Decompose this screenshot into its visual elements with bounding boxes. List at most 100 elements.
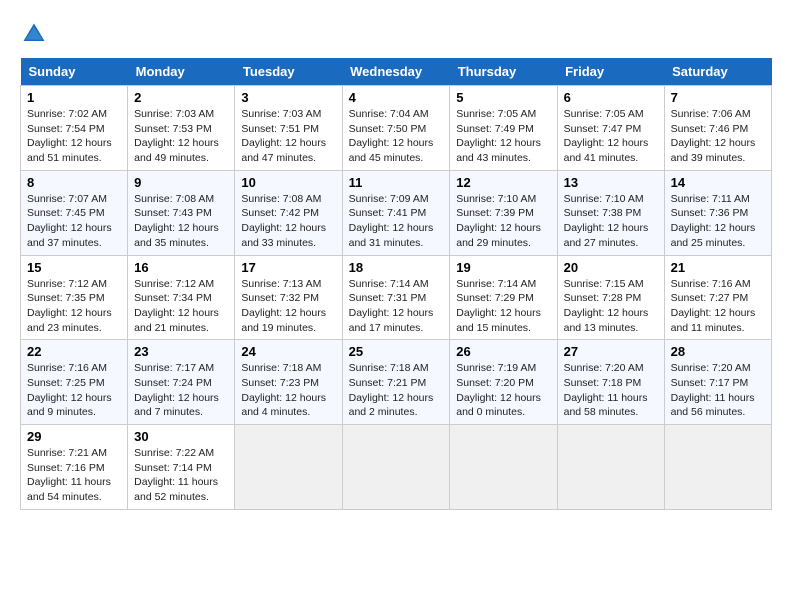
calendar-cell: 7 Sunrise: 7:06 AM Sunset: 7:46 PM Daylig… <box>664 86 771 171</box>
calendar-cell: 2 Sunrise: 7:03 AM Sunset: 7:53 PM Daylig… <box>128 86 235 171</box>
day-info: Sunrise: 7:10 AM Sunset: 7:38 PM Dayligh… <box>564 192 658 251</box>
calendar-cell: 16 Sunrise: 7:12 AM Sunset: 7:34 PM Dayli… <box>128 255 235 340</box>
day-info: Sunrise: 7:16 AM Sunset: 7:27 PM Dayligh… <box>671 277 765 336</box>
calendar-cell: 9 Sunrise: 7:08 AM Sunset: 7:43 PM Daylig… <box>128 170 235 255</box>
day-number: 15 <box>27 260 121 275</box>
day-info: Sunrise: 7:16 AM Sunset: 7:25 PM Dayligh… <box>27 361 121 420</box>
day-info: Sunrise: 7:20 AM Sunset: 7:17 PM Dayligh… <box>671 361 765 420</box>
calendar-cell: 6 Sunrise: 7:05 AM Sunset: 7:47 PM Daylig… <box>557 86 664 171</box>
day-info: Sunrise: 7:21 AM Sunset: 7:16 PM Dayligh… <box>27 446 121 505</box>
header-tuesday: Tuesday <box>235 58 342 86</box>
calendar-cell: 17 Sunrise: 7:13 AM Sunset: 7:32 PM Dayli… <box>235 255 342 340</box>
calendar-header: SundayMondayTuesdayWednesdayThursdayFrid… <box>21 58 772 86</box>
day-info: Sunrise: 7:04 AM Sunset: 7:50 PM Dayligh… <box>349 107 444 166</box>
day-info: Sunrise: 7:03 AM Sunset: 7:51 PM Dayligh… <box>241 107 335 166</box>
calendar-cell: 12 Sunrise: 7:10 AM Sunset: 7:39 PM Dayli… <box>450 170 557 255</box>
calendar-cell: 23 Sunrise: 7:17 AM Sunset: 7:24 PM Dayli… <box>128 340 235 425</box>
day-info: Sunrise: 7:17 AM Sunset: 7:24 PM Dayligh… <box>134 361 228 420</box>
day-info: Sunrise: 7:06 AM Sunset: 7:46 PM Dayligh… <box>671 107 765 166</box>
calendar-cell <box>557 425 664 510</box>
day-number: 11 <box>349 175 444 190</box>
day-number: 25 <box>349 344 444 359</box>
calendar-cell: 25 Sunrise: 7:18 AM Sunset: 7:21 PM Dayli… <box>342 340 450 425</box>
calendar-cell: 10 Sunrise: 7:08 AM Sunset: 7:42 PM Dayli… <box>235 170 342 255</box>
day-number: 19 <box>456 260 550 275</box>
calendar-cell: 24Sunrise: 7:18 AM Sunset: 7:23 PM Dayli… <box>235 340 342 425</box>
day-number: 9 <box>134 175 228 190</box>
day-number: 1 <box>27 90 121 105</box>
calendar-week-5: 29 Sunrise: 7:21 AM Sunset: 7:16 PM Dayli… <box>21 425 772 510</box>
calendar-table: SundayMondayTuesdayWednesdayThursdayFrid… <box>20 58 772 510</box>
day-info: Sunrise: 7:12 AM Sunset: 7:35 PM Dayligh… <box>27 277 121 336</box>
day-number: 6 <box>564 90 658 105</box>
day-info: Sunrise: 7:13 AM Sunset: 7:32 PM Dayligh… <box>241 277 335 336</box>
calendar-cell: 14 Sunrise: 7:11 AM Sunset: 7:36 PM Dayli… <box>664 170 771 255</box>
calendar-cell: 27Sunrise: 7:20 AM Sunset: 7:18 PM Dayli… <box>557 340 664 425</box>
day-number: 10 <box>241 175 335 190</box>
day-info: Sunrise: 7:14 AM Sunset: 7:31 PM Dayligh… <box>349 277 444 336</box>
calendar-cell: 28 Sunrise: 7:20 AM Sunset: 7:17 PM Dayli… <box>664 340 771 425</box>
day-info: Sunrise: 7:20 AM Sunset: 7:18 PM Dayligh… <box>564 361 658 420</box>
day-number: 21 <box>671 260 765 275</box>
calendar-cell: 15 Sunrise: 7:12 AM Sunset: 7:35 PM Dayli… <box>21 255 128 340</box>
day-info: Sunrise: 7:09 AM Sunset: 7:41 PM Dayligh… <box>349 192 444 251</box>
day-info: Sunrise: 7:14 AM Sunset: 7:29 PM Dayligh… <box>456 277 550 336</box>
calendar-cell <box>235 425 342 510</box>
calendar-week-2: 8 Sunrise: 7:07 AM Sunset: 7:45 PM Daylig… <box>21 170 772 255</box>
day-info: Sunrise: 7:12 AM Sunset: 7:34 PM Dayligh… <box>134 277 228 336</box>
day-info: Sunrise: 7:18 AM Sunset: 7:21 PM Dayligh… <box>349 361 444 420</box>
calendar-cell: 1 Sunrise: 7:02 AM Sunset: 7:54 PM Daylig… <box>21 86 128 171</box>
day-info: Sunrise: 7:07 AM Sunset: 7:45 PM Dayligh… <box>27 192 121 251</box>
day-number: 18 <box>349 260 444 275</box>
header-thursday: Thursday <box>450 58 557 86</box>
header-wednesday: Wednesday <box>342 58 450 86</box>
day-info: Sunrise: 7:05 AM Sunset: 7:49 PM Dayligh… <box>456 107 550 166</box>
day-info: Sunrise: 7:08 AM Sunset: 7:43 PM Dayligh… <box>134 192 228 251</box>
day-number: 30 <box>134 429 228 444</box>
calendar-cell: 20Sunrise: 7:15 AM Sunset: 7:28 PM Dayli… <box>557 255 664 340</box>
calendar-cell: 26Sunrise: 7:19 AM Sunset: 7:20 PM Dayli… <box>450 340 557 425</box>
calendar-cell: 3 Sunrise: 7:03 AM Sunset: 7:51 PM Daylig… <box>235 86 342 171</box>
day-number: 13 <box>564 175 658 190</box>
calendar-cell: 13 Sunrise: 7:10 AM Sunset: 7:38 PM Dayli… <box>557 170 664 255</box>
calendar-cell: 19 Sunrise: 7:14 AM Sunset: 7:29 PM Dayli… <box>450 255 557 340</box>
day-number: 12 <box>456 175 550 190</box>
day-number: 20 <box>564 260 658 275</box>
day-number: 28 <box>671 344 765 359</box>
calendar-cell: 21 Sunrise: 7:16 AM Sunset: 7:27 PM Dayli… <box>664 255 771 340</box>
day-number: 3 <box>241 90 335 105</box>
calendar-cell: 18 Sunrise: 7:14 AM Sunset: 7:31 PM Dayli… <box>342 255 450 340</box>
calendar-cell: 5Sunrise: 7:05 AM Sunset: 7:49 PM Daylig… <box>450 86 557 171</box>
calendar-cell <box>342 425 450 510</box>
calendar-week-1: 1 Sunrise: 7:02 AM Sunset: 7:54 PM Daylig… <box>21 86 772 171</box>
calendar-week-4: 22 Sunrise: 7:16 AM Sunset: 7:25 PM Dayli… <box>21 340 772 425</box>
calendar-cell: 29 Sunrise: 7:21 AM Sunset: 7:16 PM Dayli… <box>21 425 128 510</box>
day-number: 29 <box>27 429 121 444</box>
day-info: Sunrise: 7:18 AM Sunset: 7:23 PM Dayligh… <box>241 361 335 420</box>
calendar-cell <box>664 425 771 510</box>
day-number: 23 <box>134 344 228 359</box>
day-info: Sunrise: 7:19 AM Sunset: 7:20 PM Dayligh… <box>456 361 550 420</box>
calendar-cell <box>450 425 557 510</box>
calendar-cell: 11 Sunrise: 7:09 AM Sunset: 7:41 PM Dayli… <box>342 170 450 255</box>
day-info: Sunrise: 7:11 AM Sunset: 7:36 PM Dayligh… <box>671 192 765 251</box>
day-info: Sunrise: 7:02 AM Sunset: 7:54 PM Dayligh… <box>27 107 121 166</box>
day-number: 8 <box>27 175 121 190</box>
header-friday: Friday <box>557 58 664 86</box>
day-info: Sunrise: 7:05 AM Sunset: 7:47 PM Dayligh… <box>564 107 658 166</box>
day-info: Sunrise: 7:03 AM Sunset: 7:53 PM Dayligh… <box>134 107 228 166</box>
day-number: 7 <box>671 90 765 105</box>
day-number: 16 <box>134 260 228 275</box>
day-number: 2 <box>134 90 228 105</box>
day-number: 22 <box>27 344 121 359</box>
header-row: SundayMondayTuesdayWednesdayThursdayFrid… <box>21 58 772 86</box>
day-number: 4 <box>349 90 444 105</box>
day-info: Sunrise: 7:22 AM Sunset: 7:14 PM Dayligh… <box>134 446 228 505</box>
day-number: 17 <box>241 260 335 275</box>
logo-icon <box>20 20 48 48</box>
logo <box>20 20 52 48</box>
day-info: Sunrise: 7:10 AM Sunset: 7:39 PM Dayligh… <box>456 192 550 251</box>
calendar-cell: 4 Sunrise: 7:04 AM Sunset: 7:50 PM Daylig… <box>342 86 450 171</box>
day-info: Sunrise: 7:08 AM Sunset: 7:42 PM Dayligh… <box>241 192 335 251</box>
day-number: 14 <box>671 175 765 190</box>
